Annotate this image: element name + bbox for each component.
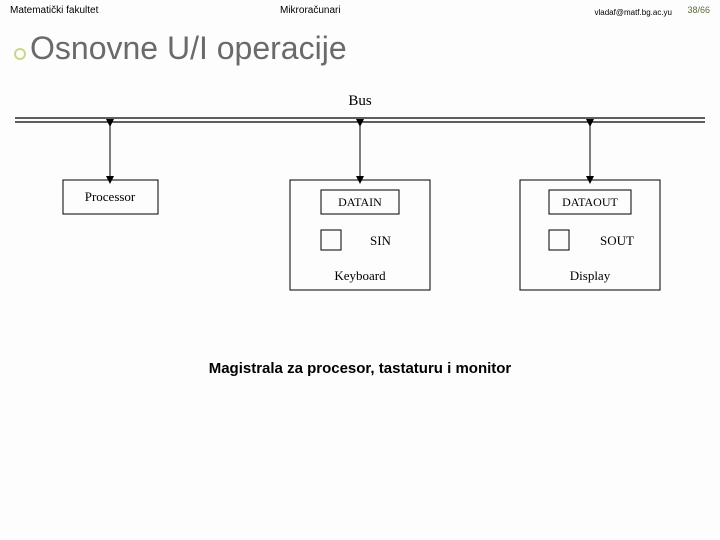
header-course: Mikroračunari <box>280 5 341 16</box>
slide-title: Osnovne U/I operacije <box>30 30 720 67</box>
processor-column: Processor <box>63 123 158 214</box>
sout-label: SOUT <box>600 233 634 248</box>
display-column: DATAOUT SOUT Display <box>520 123 660 290</box>
keyboard-label: Keyboard <box>334 268 386 283</box>
bus-label: Bus <box>348 93 372 109</box>
bus-diagram: Bus Processor DATAIN SIN Keyboard DATAOU… <box>15 90 705 320</box>
dataout-label: DATAOUT <box>562 195 618 209</box>
slide-header: Matematički fakultet Mikroračunari vlada… <box>0 0 720 22</box>
header-page-number: 38/66 <box>687 5 710 15</box>
header-institution: Matematički fakultet <box>10 5 98 16</box>
header-email: vladaf@matf.bg.ac.yu <box>595 8 673 17</box>
datain-label: DATAIN <box>338 195 382 209</box>
keyboard-column: DATAIN SIN Keyboard <box>290 123 430 290</box>
sin-label: SIN <box>370 233 392 248</box>
title-bullet-icon <box>14 48 26 60</box>
diagram-caption: Magistrala za procesor, tastaturu i moni… <box>0 360 720 377</box>
display-label: Display <box>570 268 611 283</box>
processor-box-label: Processor <box>85 189 136 204</box>
